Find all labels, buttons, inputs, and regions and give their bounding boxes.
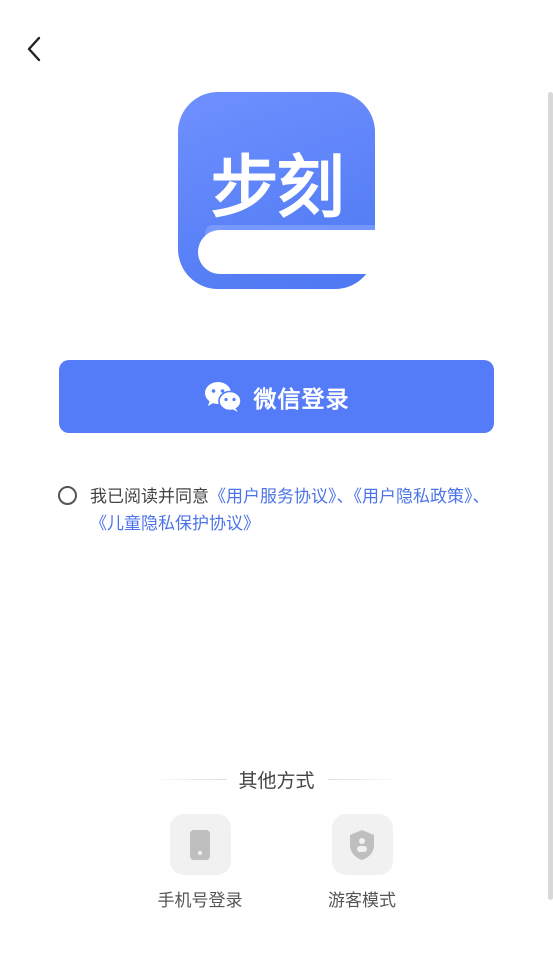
separator: 、 — [472, 487, 490, 507]
agreement-row: 我已阅读并同意《用户服务协议》、《用户隐私政策》、《儿童隐私保护协议》 — [58, 484, 508, 538]
agreement-checkbox[interactable] — [58, 486, 77, 505]
other-methods-title: 其他方式 — [150, 765, 404, 793]
other-methods-label: 其他方式 — [238, 769, 315, 792]
logo-page-shape — [198, 230, 376, 274]
phone-icon-box — [169, 814, 231, 875]
agreement-text: 我已阅读并同意《用户服务协议》、《用户隐私政策》、《儿童隐私保护协议》 — [90, 484, 500, 538]
child-privacy-link[interactable]: 《儿童隐私保护协议》 — [90, 514, 260, 534]
scrollbar[interactable] — [548, 92, 553, 900]
logo-text: 步刻 — [210, 149, 344, 228]
divider-right — [327, 778, 404, 780]
phone-login-label: 手机号登录 — [157, 891, 243, 911]
guest-icon-box — [331, 814, 393, 875]
privacy-policy-link[interactable]: 《用户隐私政策》 — [354, 487, 473, 507]
user-agreement-link[interactable]: 《用户服务协议》 — [209, 487, 337, 507]
separator: 、 — [336, 487, 354, 507]
back-button[interactable] — [18, 32, 50, 66]
chevron-left-icon — [27, 36, 41, 62]
wechat-icon — [204, 381, 242, 412]
wechat-login-label: 微信登录 — [253, 386, 350, 413]
guest-mode-option[interactable]: 游客模式 — [302, 814, 422, 911]
guest-mode-label: 游客模式 — [328, 891, 396, 911]
phone-login-option[interactable]: 手机号登录 — [140, 814, 260, 911]
guest-shield-icon — [350, 829, 374, 860]
phone-icon — [190, 829, 210, 860]
agreement-prefix: 我已阅读并同意 — [90, 487, 209, 507]
divider-left — [150, 778, 226, 780]
wechat-login-button[interactable]: 微信登录 — [59, 360, 494, 433]
